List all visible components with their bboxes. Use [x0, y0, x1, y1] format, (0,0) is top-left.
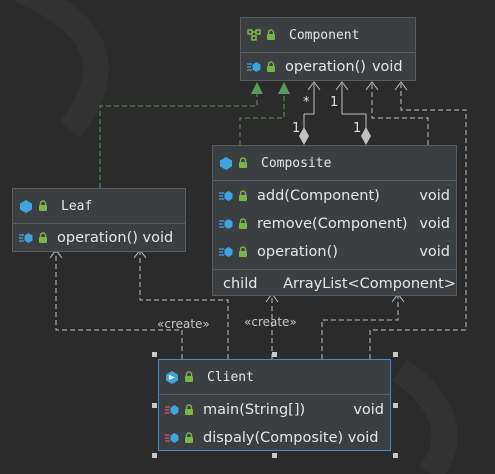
component-interface-box[interactable]: Component operation() void	[240, 17, 416, 81]
method-icon	[19, 233, 33, 243]
leaf-name: Leaf	[61, 198, 93, 214]
method-icon	[247, 62, 261, 72]
client-header: Client	[159, 360, 390, 395]
selection-handle-middle-right[interactable]	[393, 403, 398, 408]
method-icon	[219, 219, 233, 229]
static-method-icon	[165, 405, 179, 415]
lock-icon	[267, 29, 275, 40]
selection-handle-bottom-center[interactable]	[272, 453, 277, 458]
composite-class-box[interactable]: Composite add(Component) void remove(Com…	[212, 145, 457, 296]
create-label-right: «create»	[244, 315, 297, 329]
class-icon	[20, 200, 32, 213]
composite-header: Composite	[213, 146, 456, 181]
selection-handle-bottom-right[interactable]	[393, 453, 398, 458]
lock-icon	[239, 218, 247, 229]
selection-handle-top-right[interactable]	[393, 352, 398, 357]
method-icon	[219, 191, 233, 201]
field-name: child	[223, 276, 258, 292]
composite-name: Composite	[261, 155, 332, 171]
lock-icon	[239, 190, 247, 201]
method-icon	[219, 247, 233, 257]
create-label-left: «create»	[157, 317, 210, 331]
component-member-operation[interactable]: operation() void	[241, 53, 415, 81]
composite-member-remove[interactable]: remove(Component) void	[213, 210, 456, 238]
member-type: void	[353, 402, 384, 418]
member-name: operation() void	[57, 230, 174, 246]
selection-handle-middle-left[interactable]	[152, 403, 157, 408]
multiplicity-star: *	[303, 95, 310, 110]
lock-icon	[239, 246, 247, 257]
member-name: dispaly(Composite) void	[203, 430, 379, 446]
lock-icon	[185, 404, 193, 415]
member-name: operation()	[257, 244, 338, 260]
multiplicity-one-b: 1	[292, 121, 300, 136]
leaf-member-operation[interactable]: operation() void	[13, 224, 185, 252]
lock-icon	[185, 371, 193, 382]
member-name: remove(Component)	[257, 216, 408, 232]
selection-handle-top-left[interactable]	[152, 352, 157, 357]
client-name: Client	[207, 369, 254, 385]
inheritance-arrowhead-leaf	[251, 82, 263, 94]
lock-icon	[185, 432, 193, 443]
multiplicity-one-c: 1	[353, 121, 361, 136]
class-icon	[220, 157, 232, 170]
leaf-header: Leaf	[13, 189, 185, 224]
runnable-class-icon	[166, 371, 178, 384]
member-name: add(Component)	[257, 188, 380, 204]
dependency-client-composite[interactable]	[321, 296, 399, 359]
member-name: main(String[])	[203, 402, 306, 418]
lock-icon	[239, 157, 247, 168]
member-type: void	[419, 188, 450, 204]
member-type: void	[419, 216, 450, 232]
lock-icon	[39, 232, 47, 243]
inheritance-composite-component[interactable]	[239, 92, 285, 145]
client-member-main[interactable]: main(String[]) void	[159, 396, 390, 424]
field-type: ArrayList<Component>	[283, 276, 456, 292]
selection-handle-top-center[interactable]	[272, 352, 277, 357]
component-header: Component	[241, 18, 415, 53]
client-member-dispaly[interactable]: dispaly(Composite) void	[159, 424, 390, 452]
aggregation-child-2[interactable]	[335, 81, 367, 128]
lock-icon	[267, 61, 275, 72]
composite-member-add[interactable]: add(Component) void	[213, 182, 456, 210]
static-method-icon	[165, 433, 179, 443]
member-name: operation()	[285, 59, 366, 75]
component-name: Component	[289, 27, 360, 43]
inheritance-arrowhead-composite	[278, 82, 290, 94]
member-type: void	[371, 59, 403, 75]
aggregation-diamond-2	[361, 127, 371, 145]
aggregation-diamond-1	[299, 127, 309, 145]
dependency-composite-component[interactable]	[371, 84, 429, 145]
selection-handle-bottom-left[interactable]	[152, 453, 157, 458]
interface-icon	[247, 29, 261, 41]
lock-icon	[39, 200, 47, 211]
dependency-client-leaf-create[interactable]	[55, 252, 183, 359]
composite-field-child[interactable]: child ArrayList<Component>	[213, 269, 456, 298]
multiplicity-one-a: 1	[330, 95, 338, 110]
leaf-class-box[interactable]: Leaf operation() void	[12, 188, 186, 252]
client-class-box[interactable]: Client main(String[]) void dispaly(Compo…	[158, 359, 391, 451]
composite-member-operation[interactable]: operation() void	[213, 238, 456, 266]
member-type: void	[419, 244, 450, 260]
